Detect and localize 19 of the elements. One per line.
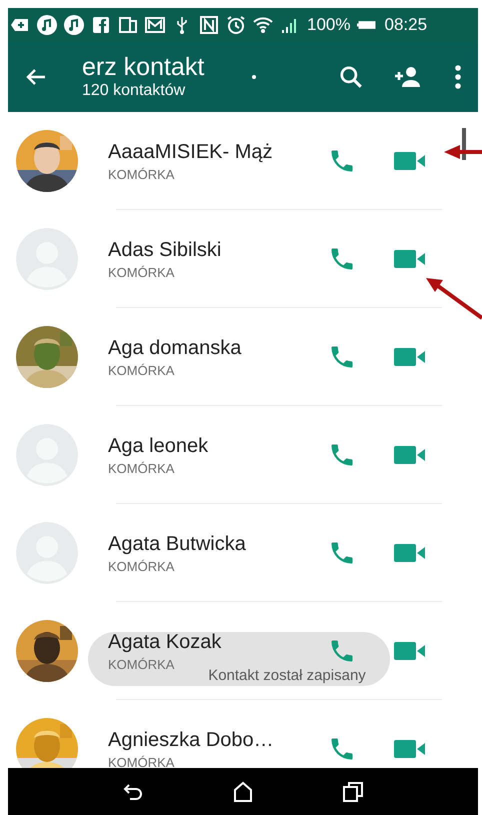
toast-message: Kontakt został zapisany: [208, 666, 366, 684]
contact-name[interactable]: Agata Butwicka: [108, 532, 246, 556]
battery-percentage: 100%: [307, 15, 350, 35]
phone-type: KOMÓRKA: [108, 754, 174, 770]
phone-type: KOMÓRKA: [108, 362, 174, 378]
phone-type: KOMÓRKA: [108, 558, 174, 574]
contact-name[interactable]: Aga leonek: [108, 434, 208, 458]
contact-name[interactable]: AaaaMISIEK- Mąż: [108, 140, 273, 164]
toolbar-title: erz kontakt: [82, 53, 206, 81]
contact-name[interactable]: Aga domanska: [108, 336, 242, 360]
phone-type: KOMÓRKA: [108, 166, 174, 182]
phone-type: KOMÓRKA: [108, 264, 174, 280]
contact-name[interactable]: Agnieszka Dobo…: [108, 728, 274, 752]
contact-count: 120 kontaktów: [82, 81, 186, 101]
clock-time: 08:25: [384, 15, 428, 35]
contact-name[interactable]: Agata Kozak: [108, 630, 222, 654]
contact-name[interactable]: Adas Sibilski: [108, 238, 222, 262]
phone-type: KOMÓRKA: [108, 656, 174, 672]
phone-type: KOMÓRKA: [108, 460, 174, 476]
